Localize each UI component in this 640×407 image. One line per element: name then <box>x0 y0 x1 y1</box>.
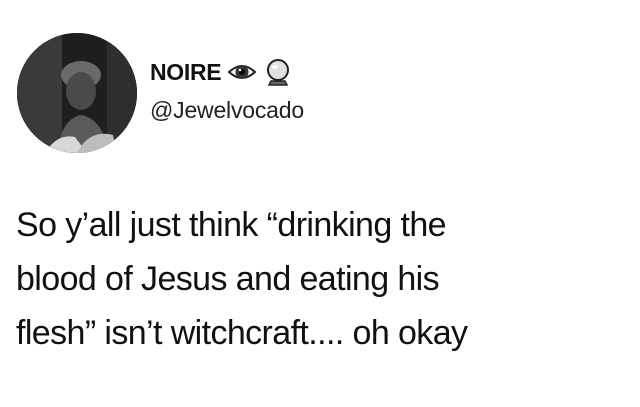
tweet-text: So y’all just think “drinking the blood … <box>16 198 632 360</box>
crystal-ball-emoji-icon <box>263 57 293 87</box>
user-handle[interactable]: @Jewelvocado <box>150 97 304 124</box>
avatar[interactable] <box>17 33 137 153</box>
eye-emoji-icon <box>227 57 257 87</box>
tweet: NOIRE @Jewelvocado So y’all just think “… <box>0 0 640 407</box>
tweet-text-line: blood of Jesus and eating his <box>16 260 440 298</box>
name-row: NOIRE <box>150 57 293 87</box>
avatar-photo <box>17 33 137 153</box>
display-name[interactable]: NOIRE <box>150 59 222 86</box>
tweet-text-line: flesh” isn’t witchcraft.... oh okay <box>16 314 468 352</box>
tweet-text-line: So y’all just think “drinking the <box>16 206 447 244</box>
